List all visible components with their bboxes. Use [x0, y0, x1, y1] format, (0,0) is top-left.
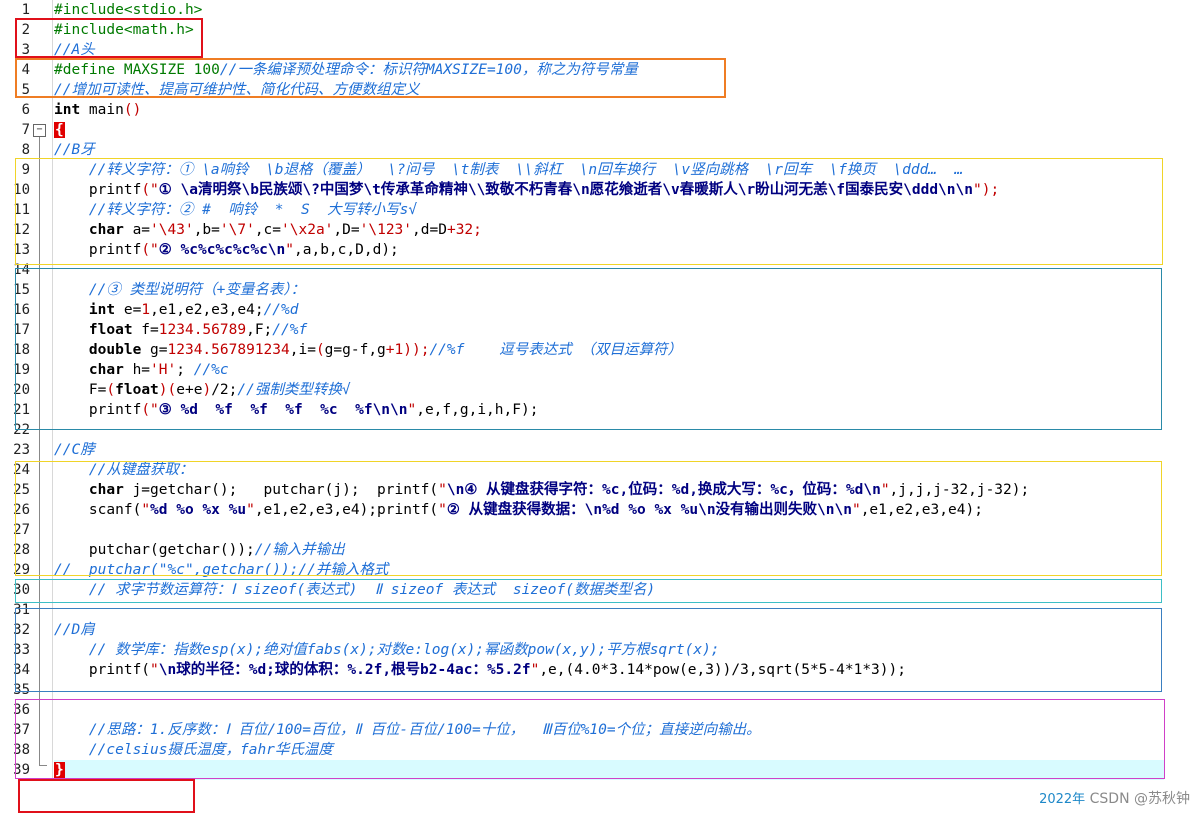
code-line[interactable]: { [54, 120, 65, 140]
fold-toggle-icon[interactable]: − [33, 124, 46, 137]
line-number: 7 [21, 122, 30, 138]
annotation-box-ideas [15, 699, 1165, 779]
annotation-box-escape [15, 158, 1163, 265]
code-line[interactable]: //B牙 [54, 140, 95, 160]
line-number: 8 [21, 142, 30, 158]
annotation-box-math [15, 608, 1162, 692]
code-comment: //B牙 [54, 142, 95, 158]
code-line[interactable]: int main() [54, 100, 141, 120]
annotation-box-includes [15, 18, 203, 58]
annotation-box-sizeof [15, 579, 1162, 603]
code-comment: //C脖 [54, 442, 95, 458]
annotation-box-define [15, 58, 726, 98]
code-line[interactable]: //C脖 [54, 440, 95, 460]
code-editor[interactable]: 1 2 3 4 5 6 7 8 9 10 11 12 13 14 15 16 17 18 19 20 21 22 23 24 2… [0, 0, 1204, 813]
annotation-box-keyboard [15, 461, 1162, 576]
code-keyword: int [54, 102, 81, 118]
code-preprocessor: #include<stdio.h> [54, 2, 203, 18]
line-number: 1 [21, 2, 30, 18]
watermark-date: 2022年 [1039, 792, 1086, 807]
watermark-text: CSDN @苏秋钟 [1089, 791, 1190, 807]
line-number: 6 [21, 102, 30, 118]
code-token: { [54, 122, 65, 138]
code-token: main [80, 102, 124, 118]
watermark: 2022年 CSDN @苏秋钟 [1039, 788, 1190, 808]
annotation-box-bottom [18, 779, 195, 813]
code-token: () [123, 102, 142, 118]
code-line[interactable]: #include<stdio.h> [54, 0, 202, 20]
line-number: 23 [13, 442, 30, 458]
annotation-box-types [15, 268, 1162, 430]
